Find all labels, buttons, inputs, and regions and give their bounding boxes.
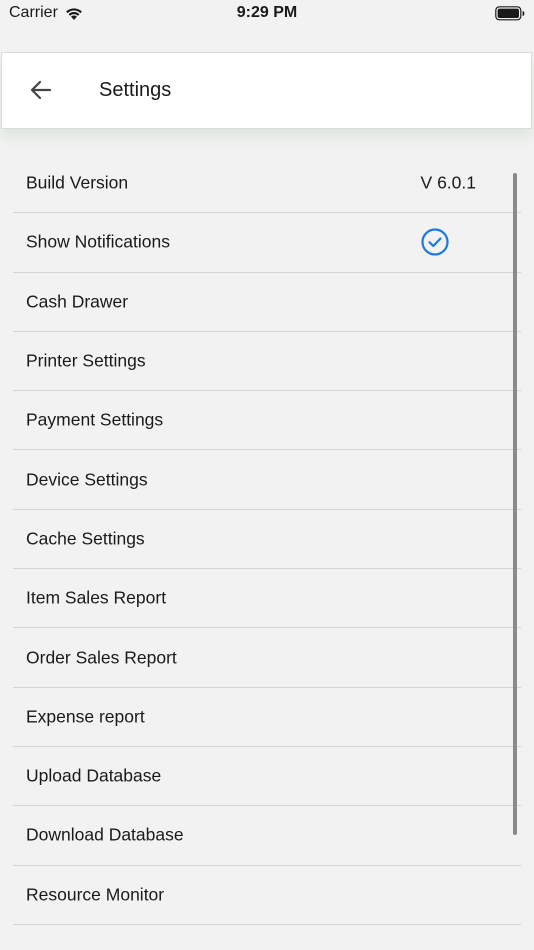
settings-row-payment-settings[interactable]: Payment Settings [13,391,521,451]
app-header: Settings [1,52,532,129]
settings-row-upload-database[interactable]: Upload Database [13,747,521,807]
settings-row-label: Payment Settings [26,409,164,430]
settings-row-resource-monitor[interactable]: Resource Monitor [13,866,521,925]
status-bar: Carrier 9:29 PM [0,0,534,30]
settings-row-device-settings[interactable]: Device Settings [13,450,521,510]
settings-row-show-notifications[interactable]: Show Notifications [13,213,521,273]
settings-row-cache-settings[interactable]: Cache Settings [13,510,521,570]
settings-list: Build Version V 6.0.1 Show Notifications… [13,154,521,925]
build-version-value: V 6.0.1 [420,172,476,193]
settings-row-build-version[interactable]: Build Version V 6.0.1 [13,154,521,214]
settings-row-order-sales-report[interactable]: Order Sales Report [13,628,521,688]
settings-row-label: Printer Settings [26,350,146,371]
page-title: Settings [99,79,172,101]
settings-row-label: Download Database [26,824,184,845]
settings-row-label: Expense report [26,706,145,727]
arrow-left-icon [30,80,52,105]
back-button[interactable] [26,77,56,107]
battery-icon [495,6,525,21]
settings-row-label: Resource Monitor [26,884,165,905]
scrollbar[interactable] [513,173,517,835]
settings-row-label: Show Notifications [26,231,170,252]
settings-row-label: Build Version [26,172,129,193]
settings-row-download-database[interactable]: Download Database [13,806,521,866]
settings-row-printer-settings[interactable]: Printer Settings [13,332,521,392]
check-circle-icon[interactable] [421,228,449,257]
settings-row-expense-report[interactable]: Expense report [13,688,521,747]
settings-row-label: Item Sales Report [26,587,167,608]
status-time: 9:29 PM [236,4,298,21]
settings-row-label: Cache Settings [26,528,145,549]
settings-row-label: Order Sales Report [26,647,177,668]
settings-row-item-sales-report[interactable]: Item Sales Report [13,569,521,629]
settings-row-label: Cash Drawer [26,291,129,312]
settings-row-label: Device Settings [26,469,148,490]
settings-row-label: Upload Database [26,765,162,786]
settings-row-cash-drawer[interactable]: Cash Drawer [13,273,521,332]
